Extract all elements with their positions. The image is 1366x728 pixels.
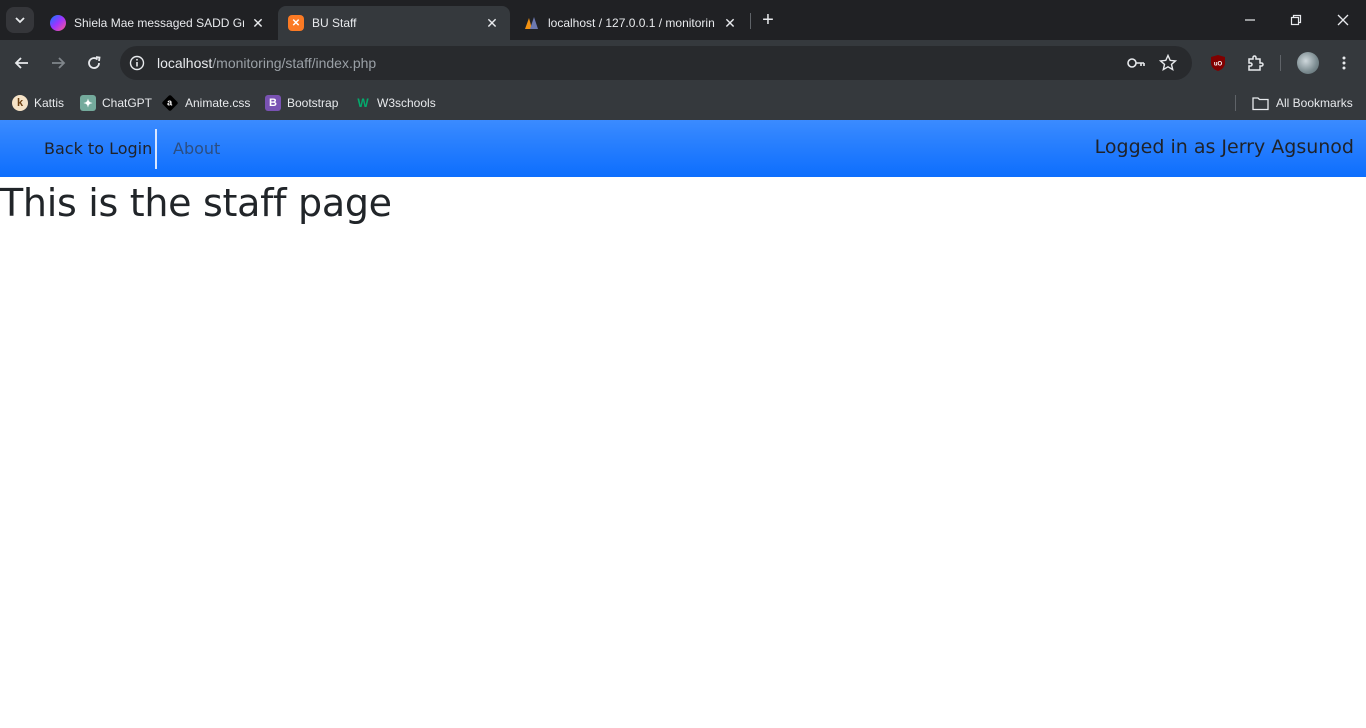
address-bar[interactable]: localhost/monitoring/staff/index.php: [120, 46, 1192, 80]
bookmarks-separator: [1235, 95, 1236, 111]
reload-icon: [88, 56, 101, 69]
key-icon[interactable]: [1126, 55, 1146, 71]
bookmark-kattis[interactable]: k Kattis: [12, 92, 64, 114]
browser-tab-messenger[interactable]: Shiela Mae messaged SADD Gr ✕: [40, 6, 276, 40]
logged-in-user-label: Logged in as Jerry Agsunod: [1094, 136, 1354, 158]
ublock-origin-icon: uO: [1211, 55, 1225, 71]
arrow-left-icon: [14, 57, 28, 69]
bookmark-chatgpt[interactable]: ✦ ChatGPT: [80, 92, 152, 114]
close-icon[interactable]: ✕: [484, 15, 500, 31]
folder-icon: [1252, 96, 1269, 110]
browser-tab-strip: Shiela Mae messaged SADD Gr ✕ ✕ BU Staff…: [0, 0, 1366, 40]
kattis-icon: k: [12, 95, 28, 111]
bookmark-label: Animate.css: [185, 96, 251, 110]
animate-css-icon: a: [161, 94, 179, 112]
tab-title: Shiela Mae messaged SADD Gr: [74, 16, 244, 30]
nav-divider: [155, 129, 157, 169]
minimize-button[interactable]: [1238, 8, 1262, 32]
forward-button[interactable]: [46, 51, 70, 75]
more-vert-icon: [1342, 56, 1346, 70]
menu-button[interactable]: [1332, 51, 1356, 75]
xampp-icon: ✕: [288, 15, 304, 31]
address-url[interactable]: localhost/monitoring/staff/index.php: [157, 55, 376, 71]
avatar: [1297, 52, 1319, 74]
chevron-down-icon: [15, 17, 25, 24]
toolbar-separator: [1280, 55, 1281, 71]
tab-title: BU Staff: [312, 16, 357, 30]
browser-toolbar: localhost/monitoring/staff/index.php uO: [0, 40, 1366, 86]
tab-separator: [750, 13, 751, 29]
close-icon[interactable]: ✕: [250, 15, 266, 31]
svg-text:uO: uO: [1214, 62, 1223, 68]
site-info-icon[interactable]: [129, 55, 145, 71]
bookmark-bootstrap[interactable]: B Bootstrap: [265, 92, 338, 114]
chatgpt-icon: ✦: [80, 95, 96, 111]
bookmark-label: ChatGPT: [102, 96, 153, 110]
tab-title: localhost / 127.0.0.1 / monitorin: [548, 16, 715, 30]
all-bookmarks-label: All Bookmarks: [1276, 96, 1353, 110]
browser-tab-bu-staff[interactable]: ✕ BU Staff ✕: [278, 6, 510, 40]
back-button[interactable]: [10, 51, 34, 75]
bookmark-label: Bootstrap: [287, 96, 339, 110]
ublock-extension-button[interactable]: uO: [1206, 51, 1230, 75]
page-title: This is the staff page: [0, 181, 392, 225]
site-navbar: Back to Login About Logged in as Jerry A…: [0, 120, 1366, 177]
reload-button[interactable]: [82, 51, 106, 75]
bookmark-label: W3schools: [377, 96, 436, 110]
bootstrap-icon: B: [265, 95, 281, 111]
puzzle-icon: [1248, 55, 1264, 71]
bookmark-animate-css[interactable]: a Animate.css: [161, 92, 251, 114]
about-link[interactable]: About: [173, 139, 220, 158]
new-tab-button[interactable]: +: [758, 10, 778, 30]
w3schools-icon: W: [357, 96, 369, 110]
profile-button[interactable]: [1296, 51, 1320, 75]
restore-button[interactable]: [1284, 8, 1308, 32]
address-host: localhost: [157, 55, 213, 71]
address-path: /monitoring/staff/index.php: [212, 55, 377, 71]
bookmark-w3schools[interactable]: W W3schools: [355, 92, 436, 114]
minimize-icon: [1245, 19, 1255, 21]
star-icon[interactable]: [1159, 54, 1177, 72]
tab-search-button[interactable]: [6, 7, 34, 33]
close-window-button[interactable]: [1331, 8, 1355, 32]
bookmarks-bar: k Kattis ✦ ChatGPT a Animate.css B Boots…: [0, 86, 1366, 120]
phpmyadmin-icon: [524, 15, 540, 31]
back-to-login-link[interactable]: Back to Login: [44, 139, 152, 158]
close-icon: [1337, 14, 1349, 26]
bookmark-label: Kattis: [34, 96, 65, 110]
restore-icon: [1290, 14, 1302, 26]
all-bookmarks-button[interactable]: All Bookmarks: [1252, 92, 1353, 114]
close-icon[interactable]: ✕: [722, 15, 738, 31]
extensions-button[interactable]: [1243, 51, 1267, 75]
browser-tab-phpmyadmin[interactable]: localhost / 127.0.0.1 / monitorin ✕: [514, 6, 748, 40]
messenger-icon: [50, 15, 66, 31]
arrow-right-icon: [52, 57, 66, 69]
